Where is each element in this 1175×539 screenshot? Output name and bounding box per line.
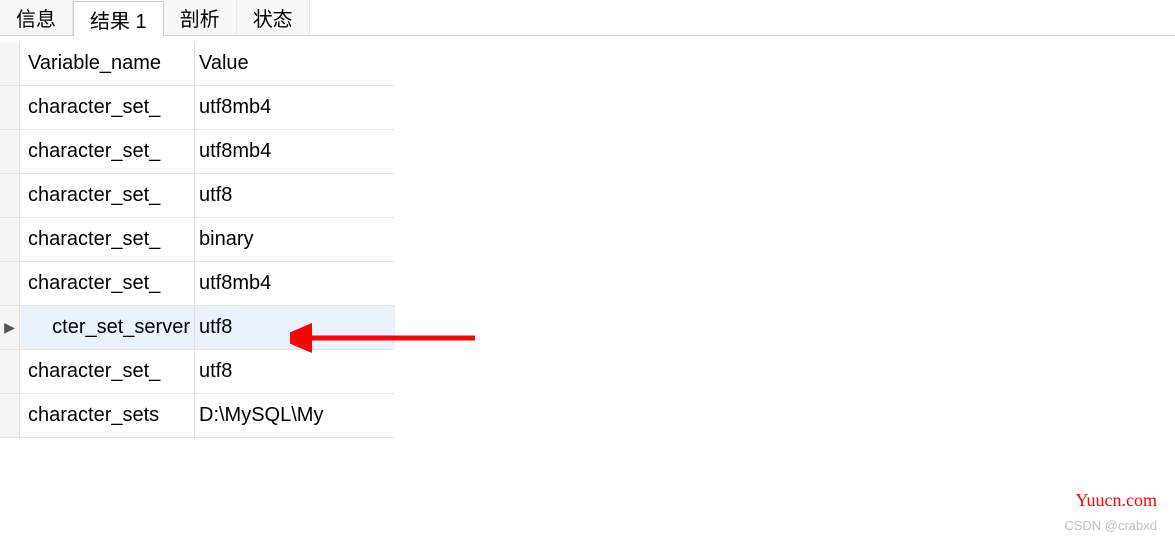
cell-value: D:\MySQL\My [195,394,395,437]
cell-variable-name: character_set_ [20,130,195,173]
results-grid: Variable_name Value character_set_ utf8m… [0,42,395,438]
table-row[interactable]: character_set_ utf8 [0,174,395,218]
column-header-value[interactable]: Value [195,42,395,85]
row-gutter [0,42,20,85]
table-header-row: Variable_name Value [0,42,395,86]
cell-variable-name: cter_set_server [20,306,195,349]
cell-variable-name: character_sets [20,394,195,437]
tab-info[interactable]: 信息 [0,0,73,35]
row-gutter [0,262,20,305]
table-row[interactable]: character_set_ utf8 [0,350,395,394]
cell-value: utf8 [195,350,395,393]
table-row[interactable]: character_set_ binary [0,218,395,262]
cell-value: utf8 [195,306,395,349]
row-gutter [0,394,20,437]
cell-value: utf8 [195,174,395,217]
tab-bar: 信息 结果 1 剖析 状态 [0,0,1175,36]
tab-status[interactable]: 状态 [237,0,310,35]
cell-variable-name: character_set_ [20,350,195,393]
column-header-variable-name[interactable]: Variable_name [20,42,195,85]
table-row[interactable]: character_set_ utf8mb4 [0,130,395,174]
watermark-yuucn: Yuucn.com [1076,490,1157,511]
watermark-csdn: CSDN @crabxd [1064,518,1157,533]
table-row[interactable]: character_sets D:\MySQL\My [0,394,395,438]
row-gutter [0,130,20,173]
row-marker-icon: ▶ [0,306,20,349]
table-row[interactable]: character_set_ utf8mb4 [0,86,395,130]
cell-variable-name: character_set_ [20,86,195,129]
table-row[interactable]: character_set_ utf8mb4 [0,262,395,306]
tab-profile[interactable]: 剖析 [164,0,237,35]
row-gutter [0,86,20,129]
cell-variable-name: character_set_ [20,218,195,261]
cell-value: binary [195,218,395,261]
row-gutter [0,350,20,393]
cell-value: utf8mb4 [195,262,395,305]
cell-variable-name: character_set_ [20,262,195,305]
cell-variable-name: character_set_ [20,174,195,217]
table-row-selected[interactable]: ▶ cter_set_server utf8 [0,306,395,350]
cell-value: utf8mb4 [195,86,395,129]
row-gutter [0,218,20,261]
tab-result-1[interactable]: 结果 1 [73,1,164,36]
cell-value: utf8mb4 [195,130,395,173]
row-gutter [0,174,20,217]
